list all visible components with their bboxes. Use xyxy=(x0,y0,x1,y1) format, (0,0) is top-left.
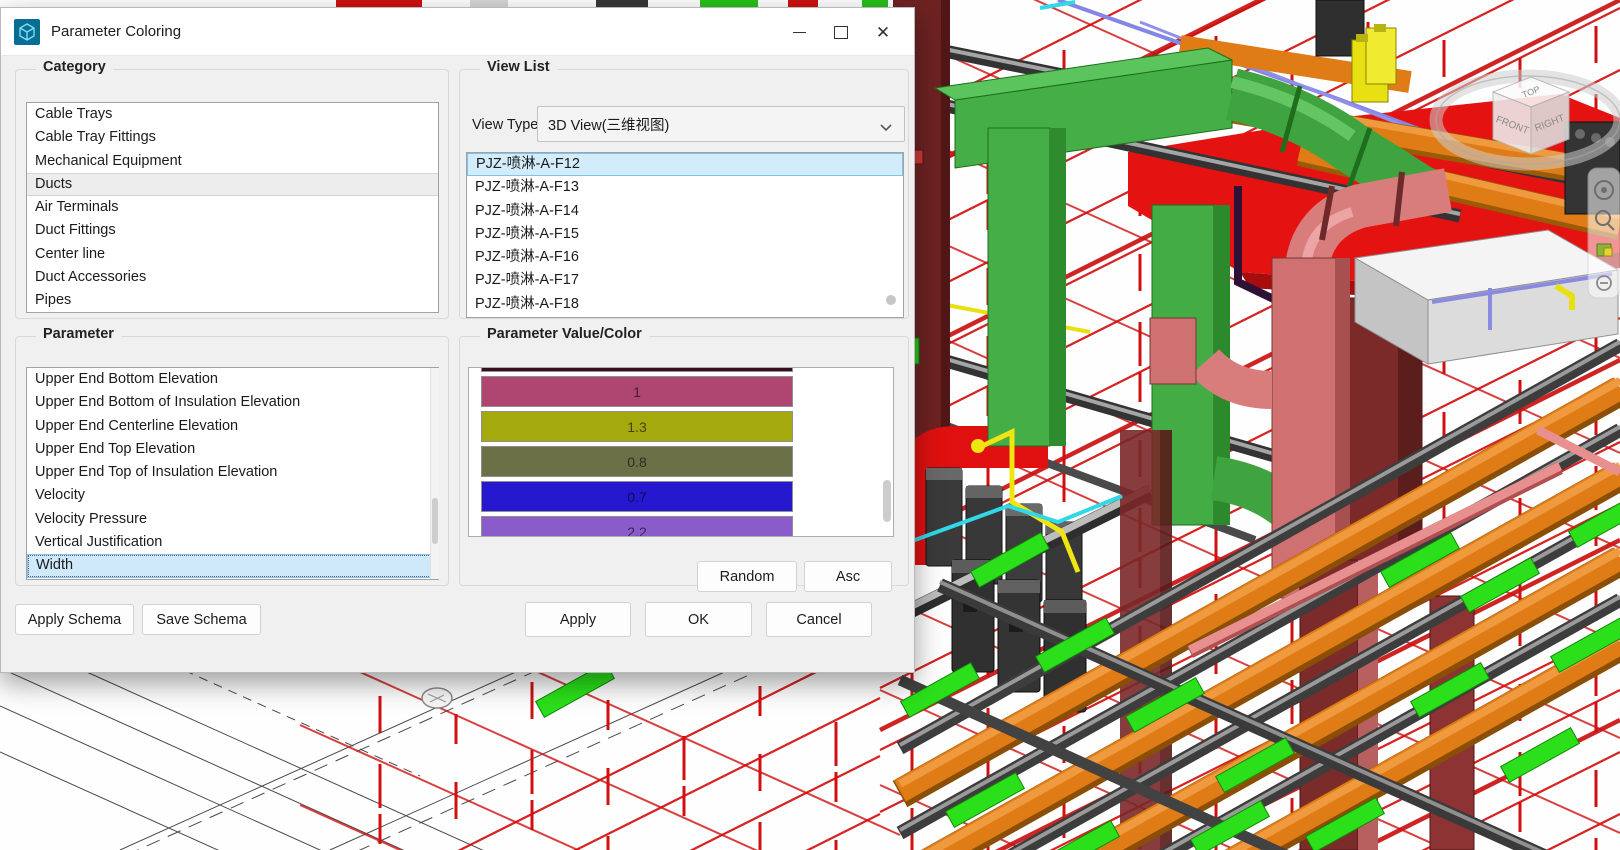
cancel-button[interactable]: Cancel xyxy=(766,602,872,637)
save-schema-button[interactable]: Save Schema xyxy=(142,604,261,635)
navigation-bar xyxy=(1588,168,1620,298)
category-list[interactable]: Cable TraysCable Tray FittingsMechanical… xyxy=(26,102,439,313)
floor-column-symbol xyxy=(422,688,452,708)
parameter-item[interactable]: Upper End Top of Insulation Elevation xyxy=(27,461,438,484)
parameter-item[interactable]: Vertical Justification xyxy=(27,531,438,554)
value-color-scrollbar[interactable] xyxy=(883,480,891,522)
view-item[interactable]: PJZ-喷淋-A-F15 xyxy=(467,223,903,246)
view-item[interactable]: PJZ-喷淋-A-F13 xyxy=(467,176,903,199)
random-button[interactable]: Random xyxy=(697,561,797,592)
parameter-group: Parameter Upper End Bottom ElevationUppe… xyxy=(15,336,449,586)
category-item[interactable]: Center line xyxy=(27,243,438,266)
minimize-button[interactable] xyxy=(778,15,820,49)
view-item-selected[interactable]: PJZ-喷淋-A-F12 xyxy=(467,153,903,176)
chevron-down-icon xyxy=(880,120,892,136)
parameter-item[interactable]: Upper End Top Elevation xyxy=(27,438,438,461)
dialog-title: Parameter Coloring xyxy=(51,23,181,40)
value-color-group-label: Parameter Value/Color xyxy=(480,326,649,342)
parameter-item[interactable]: Velocity Pressure xyxy=(27,508,438,531)
category-item[interactable]: Duct Accessories xyxy=(27,266,438,289)
close-button[interactable]: ✕ xyxy=(862,15,904,49)
view-type-value: 3D View(三维视图) xyxy=(548,114,669,135)
apply-schema-button[interactable]: Apply Schema xyxy=(15,604,134,635)
application-window: TOP FRONT RIGHT Parameter Coloring xyxy=(0,0,1620,850)
color-bar[interactable]: 1 xyxy=(481,376,793,407)
parameter-item[interactable]: Upper End Centerline Elevation xyxy=(27,415,438,438)
view-list-group: View List View Type: 3D View(三维视图) PJZ-喷… xyxy=(459,69,909,319)
view-item[interactable]: PJZ-喷淋-A-F14 xyxy=(467,200,903,223)
parameter-item[interactable]: Upper End Bottom Elevation xyxy=(27,368,438,391)
apply-button[interactable]: Apply xyxy=(525,602,631,637)
view-item[interactable]: PJZ-喷淋-A-F17 xyxy=(467,269,903,292)
value-color-panel: 1 1.3 0.8 0.7 2.2 xyxy=(468,367,894,537)
value-color-group: Parameter Value/Color 11.30.80.72.2 Rand… xyxy=(459,336,909,586)
category-item[interactable]: Pipes xyxy=(27,289,438,312)
category-item[interactable]: Air Terminals xyxy=(27,196,438,219)
parameter-item[interactable]: Velocity xyxy=(27,484,438,507)
color-bar[interactable]: 2.2 xyxy=(481,516,793,537)
view-list-group-label: View List xyxy=(480,59,557,75)
ok-button[interactable]: OK xyxy=(645,602,752,637)
category-group-label: Category xyxy=(36,59,113,75)
color-bar[interactable]: 0.8 xyxy=(481,446,793,477)
parameter-item[interactable]: Upper End Bottom of Insulation Elevation xyxy=(27,391,438,414)
view-item[interactable]: PJZ-喷淋-A-F18 xyxy=(467,293,903,316)
color-bar[interactable]: 0.7 xyxy=(481,481,793,512)
title-bar[interactable]: Parameter Coloring ✕ xyxy=(1,8,914,56)
category-item-selected[interactable]: Ducts xyxy=(27,173,438,196)
color-bar[interactable] xyxy=(481,367,793,372)
category-group: Category Cable TraysCable Tray FittingsM… xyxy=(15,69,449,319)
category-item[interactable]: Cable Trays xyxy=(27,103,438,126)
category-item[interactable]: Cable Tray Fittings xyxy=(27,126,438,149)
category-item[interactable]: Mechanical Equipment xyxy=(27,150,438,173)
view-item[interactable]: PJZ-喷淋-A-F16 xyxy=(467,246,903,269)
category-item[interactable]: Duct Fittings xyxy=(27,219,438,242)
orbit-icon[interactable] xyxy=(1597,244,1612,256)
app-icon xyxy=(14,19,40,45)
top-sliver xyxy=(336,0,888,7)
maximize-button[interactable] xyxy=(820,15,862,49)
parameter-list[interactable]: Upper End Bottom ElevationUpper End Bott… xyxy=(26,367,439,580)
parameter-group-label: Parameter xyxy=(36,326,121,342)
color-bar[interactable]: 1.3 xyxy=(481,411,793,442)
view-list-scrollbar[interactable] xyxy=(886,295,896,305)
parameter-list-scrollbar[interactable] xyxy=(430,368,439,579)
view-type-label: View Type: xyxy=(472,117,542,133)
asc-button[interactable]: Asc xyxy=(804,561,892,592)
parameter-coloring-dialog: Parameter Coloring ✕ Category Cable Tray… xyxy=(0,7,915,673)
view-list[interactable]: PJZ-喷淋-A-F12PJZ-喷淋-A-F13PJZ-喷淋-A-F14PJZ-… xyxy=(466,152,904,318)
view-type-dropdown[interactable]: 3D View(三维视图) xyxy=(537,106,905,142)
parameter-item-selected[interactable]: Width xyxy=(27,554,438,577)
